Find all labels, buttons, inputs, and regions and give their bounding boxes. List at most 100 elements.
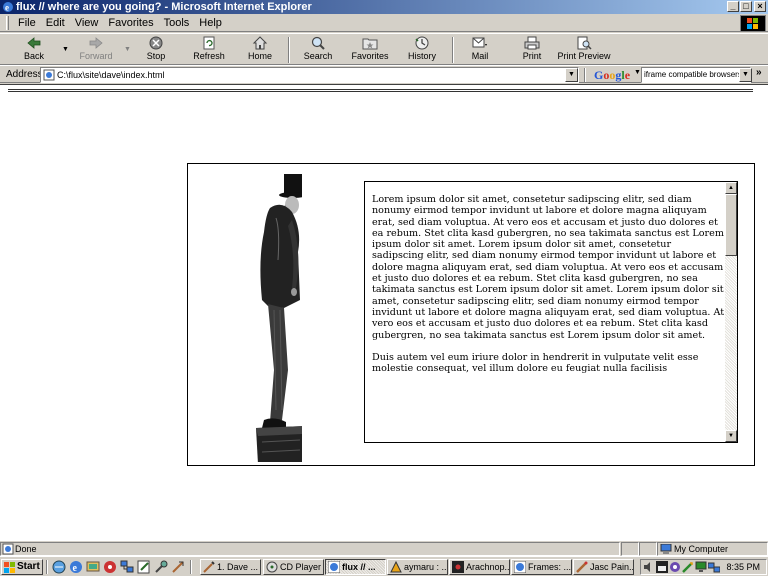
menu-view[interactable]: View [70,17,104,29]
print-preview-icon [577,36,592,50]
mail-icon [472,37,487,48]
pencil-app-icon [203,561,215,573]
favorites-button[interactable]: Favorites [344,36,396,64]
quicklaunch-tool-icon[interactable] [154,560,168,574]
task-button-aymaru[interactable]: aymaru : ... [387,559,448,575]
task-button-dave[interactable]: 1. Dave ... [200,559,261,575]
google-search-query: iframe compatible browsers [644,70,742,79]
ie-icon [514,561,526,573]
refresh-icon [203,36,215,50]
tray-pencil-icon[interactable] [682,561,694,573]
text-content: Lorem ipsum dolor sit amet, consetetur s… [365,182,725,442]
home-icon [252,36,268,50]
task-label: aymaru : ... [404,562,448,572]
tray-monitor-icon[interactable] [695,561,707,573]
history-icon [415,36,429,50]
menu-tools[interactable]: Tools [159,17,195,29]
back-button[interactable]: Back [8,36,60,64]
quicklaunch-app-icon[interactable] [171,560,185,574]
task-button-arachnophilia[interactable]: Arachnop... [449,559,510,575]
system-tray: 8:35 PM [640,559,767,575]
history-button[interactable]: History [396,36,448,64]
menu-bar: File Edit View Favorites Tools Help [0,14,768,32]
tray-connection-icon[interactable] [708,561,720,573]
menu-edit[interactable]: Edit [41,17,70,29]
quicklaunch-ie-icon[interactable]: e [69,560,83,574]
forward-arrow-icon [89,37,103,49]
quicklaunch-editor-icon[interactable] [137,560,151,574]
menu-grip[interactable] [6,15,9,30]
maximize-button[interactable]: □ [740,1,752,12]
close-button[interactable]: × [754,1,766,12]
print-button[interactable]: Print [506,36,558,64]
print-preview-button[interactable]: Print Preview [556,36,612,64]
window-title: flux // where are you going? - Microsoft… [16,1,312,13]
google-menu-dropdown-icon[interactable]: ▼ [634,69,641,76]
status-panel [621,542,639,556]
address-input[interactable]: C:\flux\site\dave\index.html ▼ [40,67,579,83]
spider-app-icon [452,561,464,573]
stop-button[interactable]: Stop [130,36,182,64]
refresh-button[interactable]: Refresh [183,36,235,64]
quicklaunch-browser-icon[interactable] [52,560,66,574]
standard-toolbar: Back ▼ Forward ▼ Stop Refresh Home Searc… [0,33,768,65]
home-button[interactable]: Home [234,36,286,64]
ie-icon: e [3,2,13,13]
task-label: flux // ... [342,562,376,572]
stop-label: Stop [146,51,166,61]
scroll-up-button[interactable]: ▲ [725,182,737,194]
menu-favorites[interactable]: Favorites [103,17,158,29]
forward-button[interactable]: Forward [70,36,122,64]
search-button[interactable]: Search [292,36,344,64]
favorites-label: Favorites [351,51,389,61]
person-in-top-hat-image [256,174,302,462]
back-dropdown-icon[interactable]: ▼ [62,46,69,53]
content-frame: Lorem ipsum dolor sit amet, consetetur s… [187,163,755,466]
home-label: Home [247,51,272,61]
google-search-input[interactable]: iframe compatible browsers [641,67,751,83]
taskbar-separator [46,560,48,574]
quicklaunch-network-icon[interactable] [120,560,134,574]
tray-network-icon[interactable] [669,561,681,573]
quicklaunch-media-icon[interactable] [103,560,117,574]
status-text-panel: Done [0,542,620,556]
task-label: Arachnop... [466,562,510,572]
print-label: Print [522,51,542,61]
quicklaunch-desktop-icon[interactable] [86,560,100,574]
minimize-button[interactable]: _ [727,1,739,12]
svg-text:e: e [73,563,78,574]
taskbar-separator [190,560,192,574]
clock[interactable]: 8:35 PM [726,560,760,574]
my-computer-icon [660,544,672,554]
mail-button[interactable]: Mail [454,36,506,64]
paint-app-icon [576,561,588,573]
vertical-scrollbar[interactable]: ▲ ▼ [725,182,737,442]
chevron-more-icon[interactable]: » [756,67,762,78]
menu-help[interactable]: Help [194,17,227,29]
volume-icon[interactable] [643,561,655,573]
scroll-thumb[interactable] [725,194,737,256]
address-url: C:\flux\site\dave\index.html [57,70,165,80]
start-button[interactable]: Start [1,559,43,575]
status-panel [639,542,657,556]
scroll-down-button[interactable]: ▼ [725,430,737,442]
title-bar[interactable]: e flux // where are you going? - Microso… [0,0,768,14]
task-label: CD Player [280,562,322,572]
security-zone-label: My Computer [674,544,729,554]
status-bar: Done My Computer [0,540,768,556]
tray-app-icon[interactable] [656,561,668,573]
back-label: Back [23,51,44,61]
history-label: History [407,51,436,61]
address-dropdown-button[interactable]: ▼ [565,68,578,82]
task-button-cd-player[interactable]: CD Player [263,559,324,575]
forward-label: Forward [79,51,113,61]
task-button-flux[interactable]: flux // ... [325,559,386,575]
svg-text:e: e [5,3,9,13]
google-logo[interactable]: Google [594,68,630,82]
menu-file[interactable]: File [13,17,41,29]
task-button-jasc-paint[interactable]: Jasc Pain... [573,559,634,575]
google-search-dropdown-button[interactable]: ▼ [739,68,752,82]
scrollable-text-frame[interactable]: Lorem ipsum dolor sit amet, consetetur s… [364,181,738,443]
task-button-frames[interactable]: Frames: ... [511,559,572,575]
cd-player-icon [266,561,278,573]
